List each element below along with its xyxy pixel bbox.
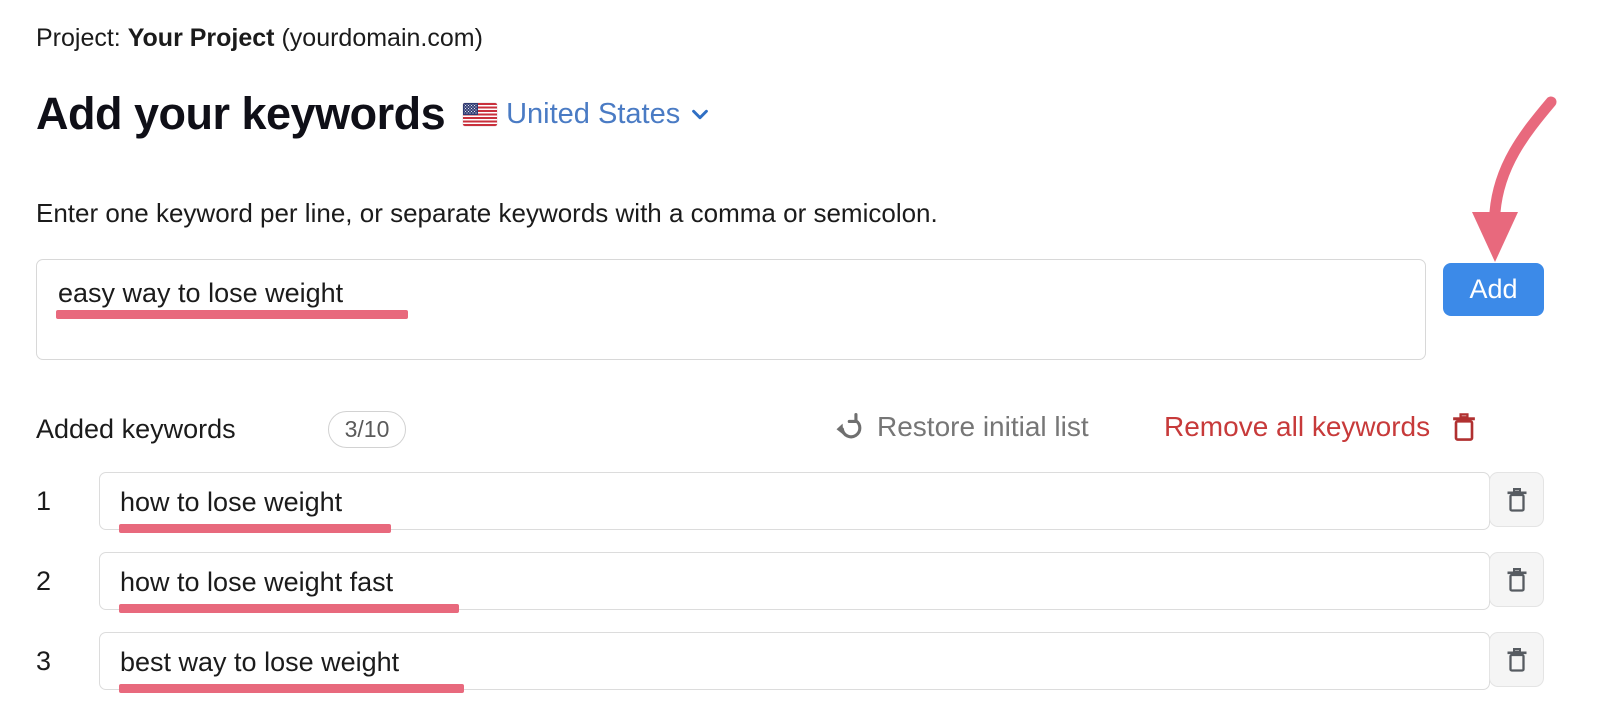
- project-domain: (yourdomain.com): [281, 24, 482, 52]
- table-row: 1 how to lose weight: [0, 472, 1600, 552]
- delete-keyword-button[interactable]: [1489, 552, 1544, 607]
- add-button[interactable]: Add: [1443, 263, 1544, 316]
- page-header: Add your keywords United States: [36, 86, 711, 142]
- keyword-highlight-annotation: [119, 684, 464, 693]
- trash-icon: [1505, 566, 1529, 594]
- delete-keyword-button[interactable]: [1489, 472, 1544, 527]
- keywords-list: 1 how to lose weight 2 how to lose weigh…: [0, 472, 1600, 712]
- trash-icon: [1505, 486, 1529, 514]
- table-row: 3 best way to lose weight: [0, 632, 1600, 712]
- restore-arrow-icon: [831, 410, 865, 444]
- page-title: Add your keywords: [36, 86, 445, 142]
- keyword-input[interactable]: how to lose weight fast: [99, 552, 1490, 610]
- keyword-value: best way to lose weight: [120, 645, 399, 679]
- added-keywords-count-badge: 3/10: [328, 411, 406, 448]
- restore-initial-list-label: Restore initial list: [877, 408, 1089, 446]
- keyword-index: 1: [36, 484, 76, 518]
- keyword-highlight-annotation: [119, 604, 459, 613]
- keyword-highlight-annotation: [119, 524, 391, 533]
- project-breadcrumb: Project: Your Project (yourdomain.com): [36, 22, 483, 54]
- keywords-textarea-value: easy way to lose weight: [58, 276, 343, 310]
- added-keywords-bar: Added keywords 3/10 Restore initial list…: [36, 408, 1545, 452]
- chevron-down-icon: [689, 103, 711, 125]
- keyword-value: how to lose weight: [120, 485, 342, 519]
- arrow-annotation: [1450, 90, 1580, 265]
- us-flag-icon: [463, 103, 497, 126]
- remove-all-keywords-button[interactable]: Remove all keywords: [1164, 408, 1478, 446]
- keyword-index: 2: [36, 564, 76, 598]
- table-row: 2 how to lose weight fast: [0, 552, 1600, 632]
- textarea-highlight-annotation: [56, 310, 408, 319]
- trash-icon: [1450, 411, 1478, 443]
- trash-icon: [1505, 646, 1529, 674]
- project-prefix-label: Project:: [36, 24, 121, 52]
- instruction-text: Enter one keyword per line, or separate …: [36, 196, 938, 230]
- project-name: Your Project: [128, 24, 275, 52]
- country-selector[interactable]: United States: [463, 97, 711, 131]
- added-keywords-label: Added keywords: [36, 411, 236, 447]
- restore-initial-list-button[interactable]: Restore initial list: [831, 408, 1089, 446]
- delete-keyword-button[interactable]: [1489, 632, 1544, 687]
- keyword-input[interactable]: best way to lose weight: [99, 632, 1490, 690]
- keyword-input[interactable]: how to lose weight: [99, 472, 1490, 530]
- remove-all-keywords-label: Remove all keywords: [1164, 408, 1430, 446]
- add-keywords-page: Project: Your Project (yourdomain.com) A…: [0, 0, 1600, 722]
- country-label: United States: [506, 97, 680, 131]
- keyword-index: 3: [36, 644, 76, 678]
- keyword-value: how to lose weight fast: [120, 565, 393, 599]
